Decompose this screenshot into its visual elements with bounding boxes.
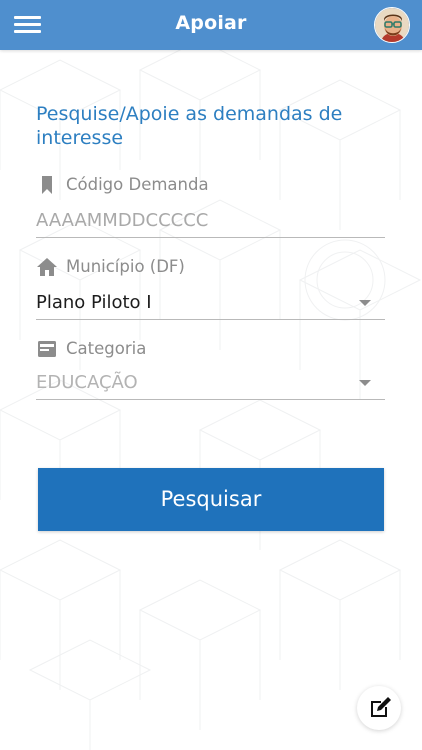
city-background-pattern: [0, 50, 422, 750]
form-heading: Pesquise/Apoie as demandas de interesse: [36, 103, 343, 149]
user-avatar[interactable]: [374, 7, 410, 43]
municipio-select[interactable]: Plano Piloto I: [36, 288, 385, 320]
home-icon: [36, 256, 58, 278]
edit-icon: [371, 697, 391, 717]
page-title: Apoiar: [175, 12, 247, 34]
municipio-selected-value: Plano Piloto I: [36, 292, 152, 313]
app-header: Apoiar: [0, 0, 422, 50]
chevron-down-icon: [359, 380, 371, 386]
codigo-demanda-placeholder: AAAAMMDDCCCCC: [36, 210, 209, 231]
categoria-label: Categoria: [36, 338, 146, 360]
codigo-demanda-input[interactable]: AAAAMMDDCCCCC: [36, 206, 385, 238]
search-button[interactable]: Pesquisar: [38, 468, 384, 531]
edit-fab-button[interactable]: [357, 686, 401, 730]
codigo-demanda-label: Código Demanda: [36, 174, 209, 196]
card-icon: [36, 338, 58, 360]
municipio-label: Município (DF): [36, 256, 185, 278]
chevron-down-icon: [359, 300, 371, 306]
categoria-select[interactable]: EDUCAÇÃO: [36, 368, 385, 400]
bookmark-icon: [36, 174, 58, 196]
categoria-selected-value: EDUCAÇÃO: [36, 372, 138, 393]
